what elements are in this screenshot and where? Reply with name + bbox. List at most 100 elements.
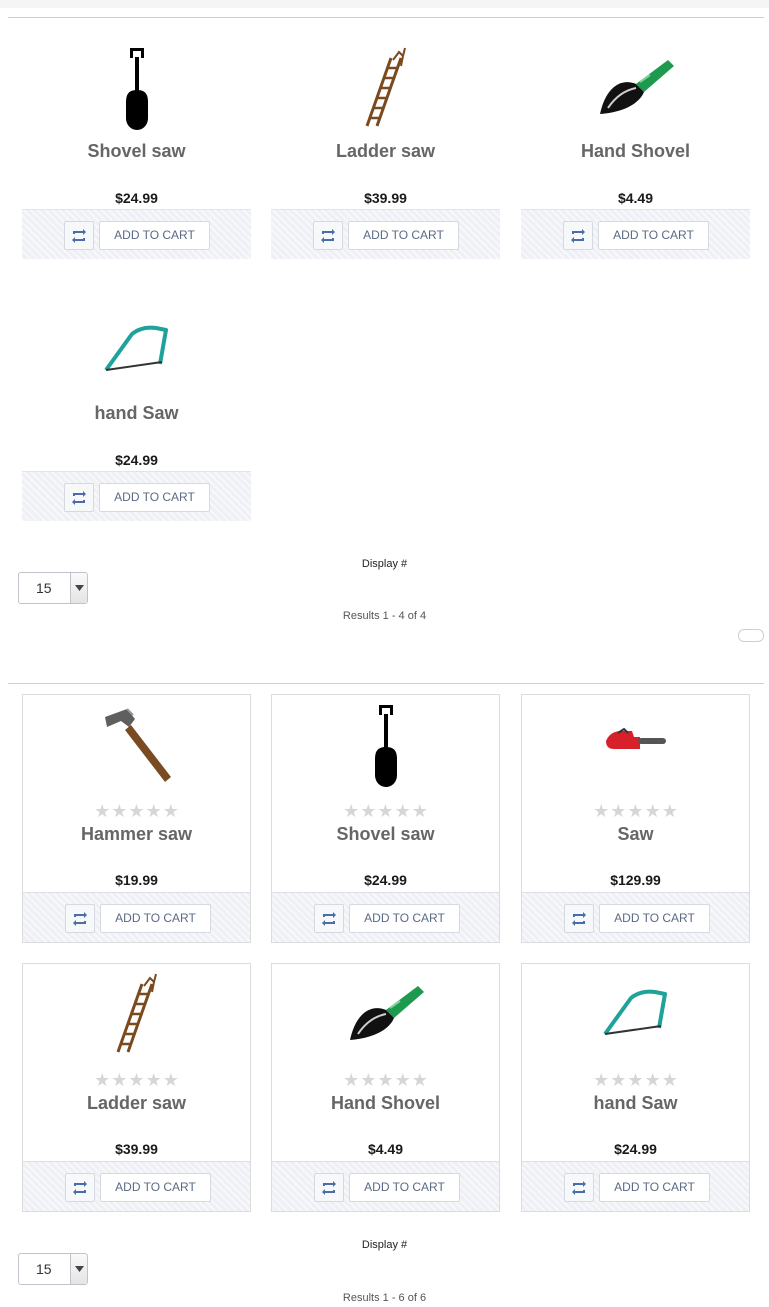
compare-button[interactable] xyxy=(64,221,94,250)
star-icon: ★ xyxy=(111,1070,128,1091)
add-to-cart-button[interactable]: ADD TO CART xyxy=(349,1173,460,1202)
display-label: Display # xyxy=(361,1239,408,1251)
product-title[interactable]: Ladder saw xyxy=(271,141,500,162)
star-icon: ★ xyxy=(394,1070,411,1091)
shovel-icon[interactable] xyxy=(22,46,251,132)
rating-stars: ★ ★ ★ ★ ★ xyxy=(272,1072,499,1090)
star-icon: ★ xyxy=(128,801,145,822)
compare-button[interactable] xyxy=(564,1173,594,1202)
star-icon: ★ xyxy=(145,801,162,822)
results-counter: Results 1 - 4 of 4 xyxy=(342,610,427,622)
star-icon: ★ xyxy=(411,1070,428,1091)
product-card: ★ ★ ★ ★ ★ Hammer saw $19.99 ADD TO CART xyxy=(22,694,251,943)
hacksaw-icon[interactable] xyxy=(22,324,251,376)
divider xyxy=(8,683,764,684)
rating-stars: ★ ★ ★ ★ ★ xyxy=(522,1072,749,1090)
star-icon: ★ xyxy=(145,1070,162,1091)
product-title[interactable]: Saw xyxy=(522,824,749,845)
compare-icon xyxy=(572,1180,586,1195)
product-card: ★ ★ ★ ★ ★ hand Saw $24.99 ADD TO CART xyxy=(521,963,750,1212)
compare-icon xyxy=(72,228,86,243)
rating-stars: ★ ★ ★ ★ ★ xyxy=(23,1072,250,1090)
product-title[interactable]: Hand Shovel xyxy=(521,141,750,162)
product-card: Hand Shovel $4.49 ADD TO CART xyxy=(521,40,750,259)
product-card: ★ ★ ★ ★ ★ Saw $129.99 ADD TO CART xyxy=(521,694,750,943)
compare-icon xyxy=(322,1180,336,1195)
small-button[interactable] xyxy=(738,629,764,642)
compare-button[interactable] xyxy=(65,1173,95,1202)
product-title[interactable]: Ladder saw xyxy=(23,1093,250,1114)
star-icon: ★ xyxy=(128,1070,145,1091)
display-count-value: 15 xyxy=(36,1261,52,1277)
product-price: $24.99 xyxy=(364,872,407,888)
add-to-cart-button[interactable]: ADD TO CART xyxy=(599,1173,710,1202)
compare-button[interactable] xyxy=(65,904,95,933)
star-icon: ★ xyxy=(94,1070,111,1091)
compare-button[interactable] xyxy=(314,1173,344,1202)
star-icon: ★ xyxy=(360,1070,377,1091)
ladder-icon[interactable] xyxy=(271,46,500,128)
compare-icon xyxy=(571,228,585,243)
divider xyxy=(8,17,764,18)
product-card: Ladder saw $39.99 ADD TO CART xyxy=(271,40,500,259)
add-to-cart-button[interactable]: ADD TO CART xyxy=(100,1173,211,1202)
trowel-icon[interactable] xyxy=(272,982,499,1048)
star-icon: ★ xyxy=(360,801,377,822)
product-card: hand Saw $24.99 ADD TO CART xyxy=(22,302,251,521)
product-title[interactable]: Hand Shovel xyxy=(272,1093,499,1114)
product-actions: ADD TO CART xyxy=(23,892,250,942)
product-price: $24.99 xyxy=(115,452,158,468)
product-actions: ADD TO CART xyxy=(22,471,251,521)
add-to-cart-button[interactable]: ADD TO CART xyxy=(99,221,210,250)
display-count-select[interactable]: 15 xyxy=(18,572,88,604)
results-counter: Results 1 - 6 of 6 xyxy=(342,1292,427,1304)
star-icon: ★ xyxy=(377,801,394,822)
star-icon: ★ xyxy=(644,801,661,822)
display-count-select[interactable]: 15 xyxy=(18,1253,88,1285)
compare-button[interactable] xyxy=(313,221,343,250)
display-label: Display # xyxy=(361,558,408,570)
add-to-cart-button[interactable]: ADD TO CART xyxy=(599,904,710,933)
star-icon: ★ xyxy=(411,801,428,822)
trowel-icon[interactable] xyxy=(521,56,750,122)
chevron-down-icon[interactable] xyxy=(70,573,87,603)
hammer-icon[interactable] xyxy=(23,705,250,785)
product-price: $4.49 xyxy=(617,190,654,206)
add-to-cart-button[interactable]: ADD TO CART xyxy=(349,904,460,933)
star-icon: ★ xyxy=(377,1070,394,1091)
product-title[interactable]: hand Saw xyxy=(522,1093,749,1114)
product-price: $24.99 xyxy=(115,190,158,206)
star-icon: ★ xyxy=(394,801,411,822)
add-to-cart-button[interactable]: ADD TO CART xyxy=(348,221,459,250)
product-title[interactable]: hand Saw xyxy=(22,403,251,424)
display-count-value: 15 xyxy=(36,580,52,596)
product-price: $19.99 xyxy=(115,872,158,888)
rating-stars: ★ ★ ★ ★ ★ xyxy=(23,803,250,821)
top-strip xyxy=(0,0,769,8)
add-to-cart-button[interactable]: ADD TO CART xyxy=(99,483,210,512)
rating-stars: ★ ★ ★ ★ ★ xyxy=(522,803,749,821)
star-icon: ★ xyxy=(343,1070,360,1091)
chainsaw-icon[interactable] xyxy=(522,727,749,757)
product-card: Shovel saw $24.99 ADD TO CART xyxy=(22,40,251,259)
star-icon: ★ xyxy=(343,801,360,822)
compare-icon xyxy=(73,911,87,926)
chevron-down-icon[interactable] xyxy=(70,1254,87,1284)
star-icon: ★ xyxy=(162,801,179,822)
compare-button[interactable] xyxy=(563,221,593,250)
product-actions: ADD TO CART xyxy=(271,209,500,259)
compare-icon xyxy=(322,911,336,926)
compare-button[interactable] xyxy=(564,904,594,933)
compare-button[interactable] xyxy=(64,483,94,512)
product-actions: ADD TO CART xyxy=(23,1161,250,1211)
shovel-icon[interactable] xyxy=(272,703,499,789)
compare-button[interactable] xyxy=(314,904,344,933)
add-to-cart-button[interactable]: ADD TO CART xyxy=(598,221,709,250)
product-title[interactable]: Shovel saw xyxy=(22,141,251,162)
product-title[interactable]: Shovel saw xyxy=(272,824,499,845)
hacksaw-icon[interactable] xyxy=(522,988,749,1040)
product-actions: ADD TO CART xyxy=(22,209,251,259)
product-title[interactable]: Hammer saw xyxy=(23,824,250,845)
add-to-cart-button[interactable]: ADD TO CART xyxy=(100,904,211,933)
ladder-icon[interactable] xyxy=(23,972,250,1054)
